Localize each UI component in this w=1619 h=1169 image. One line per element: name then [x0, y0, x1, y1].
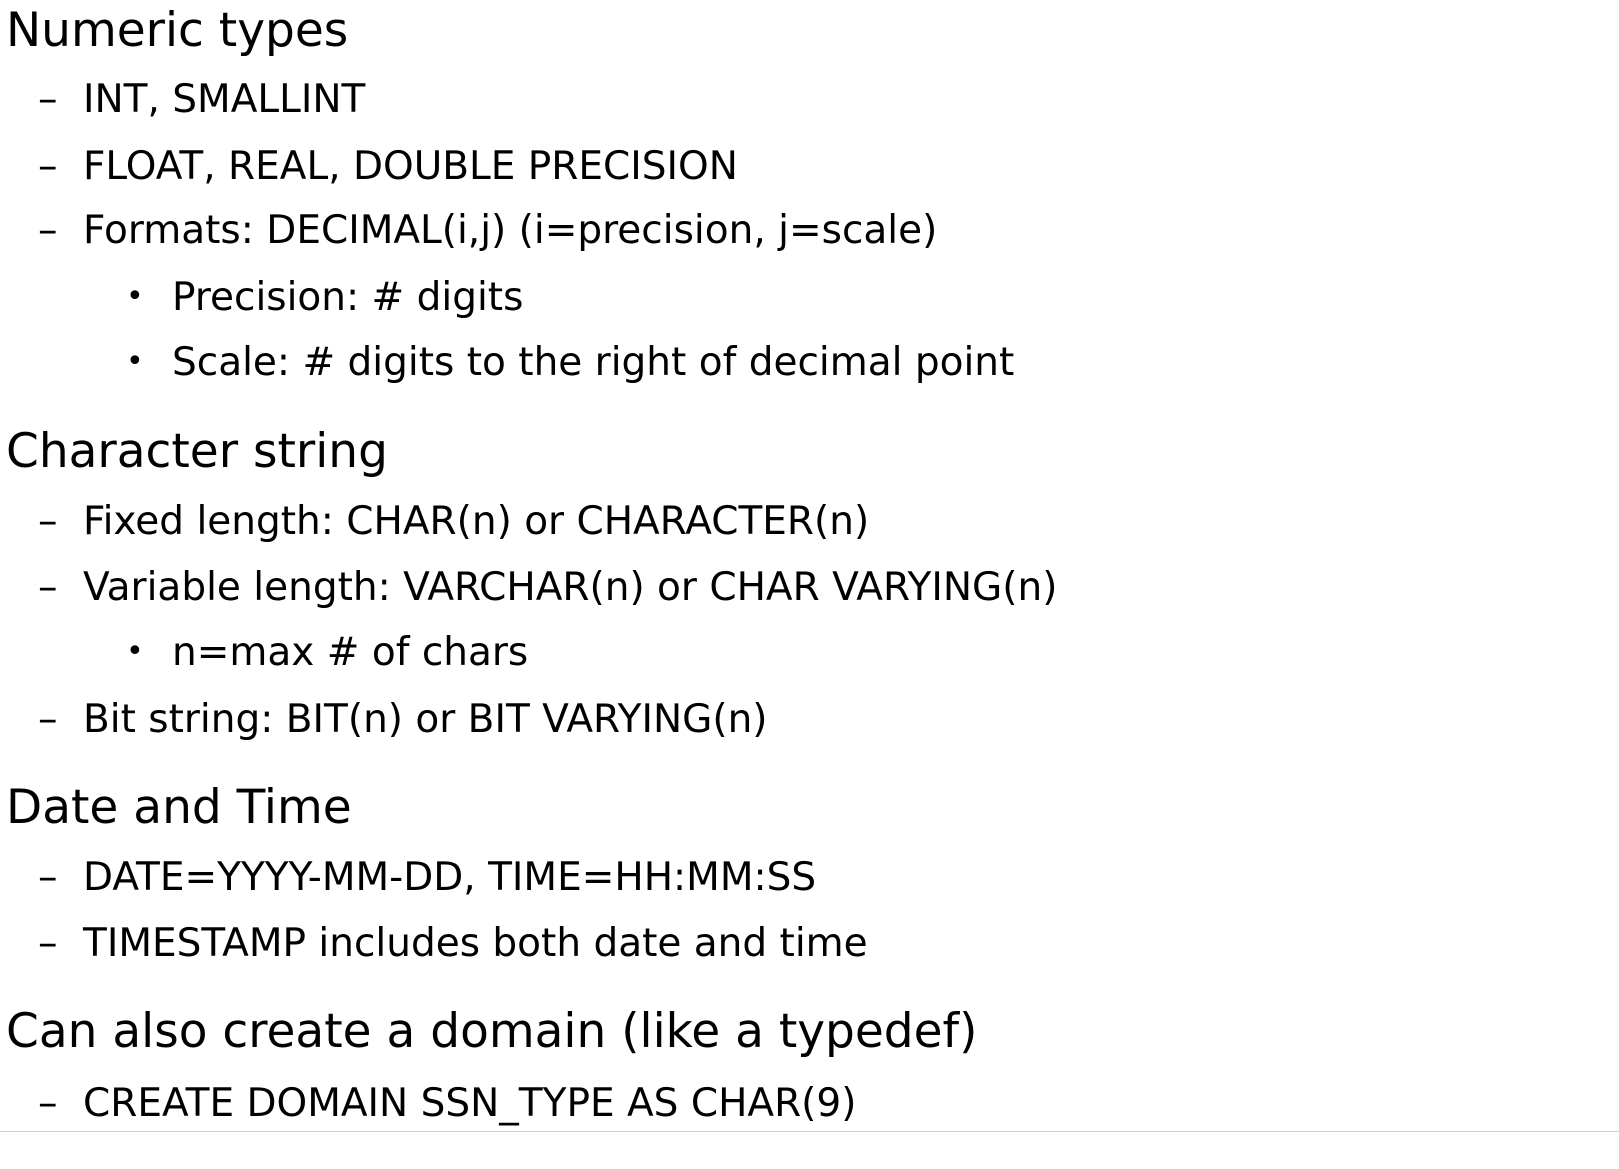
list-item-text: CREATE DOMAIN SSN_TYPE AS CHAR(9) [83, 1081, 857, 1126]
list-item: – DATE=YYYY-MM-DD, TIME=HH:MM:SS [38, 858, 816, 897]
dash-bullet: – [38, 208, 58, 253]
dot-bullet: • [126, 634, 144, 669]
heading-numeric-types: Numeric types [6, 3, 349, 58]
list-item: – Formats: DECIMAL(i,j) (i=precision, j=s… [38, 211, 937, 250]
sub-list-item-text: n=max # of chars [172, 630, 529, 675]
sub-list-item-text: Precision: # digits [172, 275, 524, 320]
list-item: – Bit string: BIT(n) or BIT VARYING(n) [38, 700, 768, 739]
list-item-text: Bit string: BIT(n) or BIT VARYING(n) [83, 697, 768, 742]
list-item-text: FLOAT, REAL, DOUBLE PRECISION [83, 144, 738, 189]
dash-bullet: – [38, 77, 58, 122]
dot-bullet: • [126, 344, 144, 379]
dash-bullet: – [38, 1081, 58, 1126]
list-item: – TIMESTAMP includes both date and time [38, 924, 868, 963]
dash-bullet: – [38, 697, 58, 742]
list-item-text: Variable length: VARCHAR(n) or CHAR VARY… [83, 565, 1058, 610]
sub-list-item: • Precision: # digits [126, 278, 523, 317]
list-item-text: INT, SMALLINT [83, 77, 366, 122]
heading-date-and-time: Date and Time [6, 780, 352, 835]
sub-list-item: • n=max # of chars [126, 633, 528, 672]
slide: Numeric types – INT, SMALLINT – FLOAT, REA… [0, 0, 1619, 1169]
dot-bullet: • [126, 279, 144, 314]
dash-bullet: – [38, 144, 58, 189]
list-item: – FLOAT, REAL, DOUBLE PRECISION [38, 147, 738, 186]
list-item: – INT, SMALLINT [38, 80, 365, 119]
dash-bullet: – [38, 565, 58, 610]
heading-create-domain: Can also create a domain (like a typedef… [6, 1004, 978, 1059]
list-item: – CREATE DOMAIN SSN_TYPE AS CHAR(9) [38, 1084, 856, 1123]
list-item-text: Fixed length: CHAR(n) or CHARACTER(n) [83, 499, 870, 544]
heading-character-string: Character string [6, 424, 388, 479]
dash-bullet: – [38, 855, 58, 900]
list-item: – Variable length: VARCHAR(n) or CHAR VAR… [38, 568, 1057, 607]
sub-list-item-text: Scale: # digits to the right of decimal … [172, 340, 1015, 385]
list-item-text: DATE=YYYY-MM-DD, TIME=HH:MM:SS [83, 855, 817, 900]
list-item: – Fixed length: CHAR(n) or CHARACTER(n) [38, 502, 869, 541]
list-item-text: TIMESTAMP includes both date and time [83, 921, 868, 966]
bottom-divider [0, 1131, 1619, 1132]
dash-bullet: – [38, 921, 58, 966]
list-item-text: Formats: DECIMAL(i,j) (i=precision, j=sc… [83, 208, 938, 253]
dash-bullet: – [38, 499, 58, 544]
sub-list-item: • Scale: # digits to the right of decimal… [126, 343, 1014, 382]
